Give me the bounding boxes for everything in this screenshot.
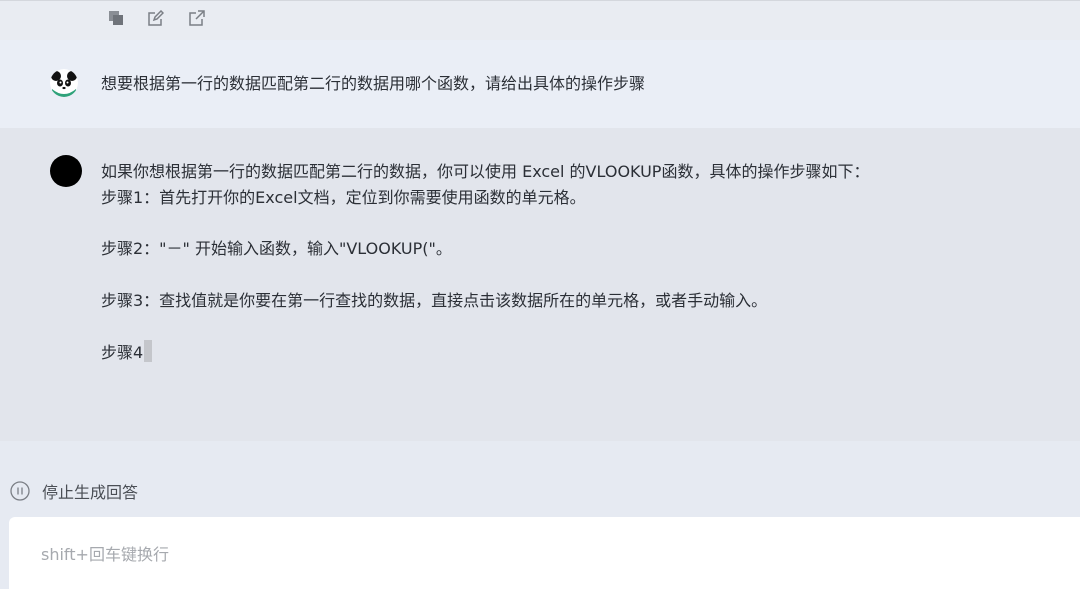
answer-step-1: 步骤1：首先打开你的Excel文档，定位到你需要使用函数的单元格。 — [101, 188, 586, 207]
stop-generation-button[interactable]: 停止生成回答 — [10, 477, 138, 505]
user-message: 想要根据第一行的数据匹配第二行的数据用哪个函数，请给出具体的操作步骤 — [0, 40, 1080, 128]
answer-intro: 如果你想根据第一行的数据匹配第二行的数据，你可以使用 Excel 的VLOOKU… — [101, 162, 870, 181]
panda-avatar-icon — [50, 69, 78, 97]
edit-icon[interactable] — [146, 9, 164, 27]
user-message-text: 想要根据第一行的数据匹配第二行的数据用哪个函数，请给出具体的操作步骤 — [101, 74, 646, 93]
answer-step-2: 步骤2："－" 开始输入函数，输入"VLOOKUP("。 — [101, 239, 452, 258]
share-icon[interactable] — [187, 9, 205, 27]
chat-input[interactable] — [9, 517, 1080, 589]
message-toolbar — [0, 0, 1080, 40]
copy-icon[interactable] — [107, 9, 125, 27]
stop-generation-label: 停止生成回答 — [42, 483, 139, 502]
answer-step-4: 步骤4 — [101, 340, 869, 366]
pause-circle-icon — [10, 481, 30, 501]
answer-step-3: 步骤3：查找值就是你要在第一行查找的数据，直接点击该数据所在的单元格，或者手动输… — [101, 291, 768, 310]
answer-step-4-text: 步骤4 — [101, 343, 144, 362]
assistant-avatar — [50, 155, 82, 187]
typing-cursor — [144, 340, 153, 362]
assistant-message-content: 如果你想根据第一行的数据匹配第二行的数据，你可以使用 Excel 的VLOOKU… — [101, 159, 869, 366]
chat-input-container — [9, 517, 1080, 589]
assistant-message: 如果你想根据第一行的数据匹配第二行的数据，你可以使用 Excel 的VLOOKU… — [0, 128, 1080, 441]
